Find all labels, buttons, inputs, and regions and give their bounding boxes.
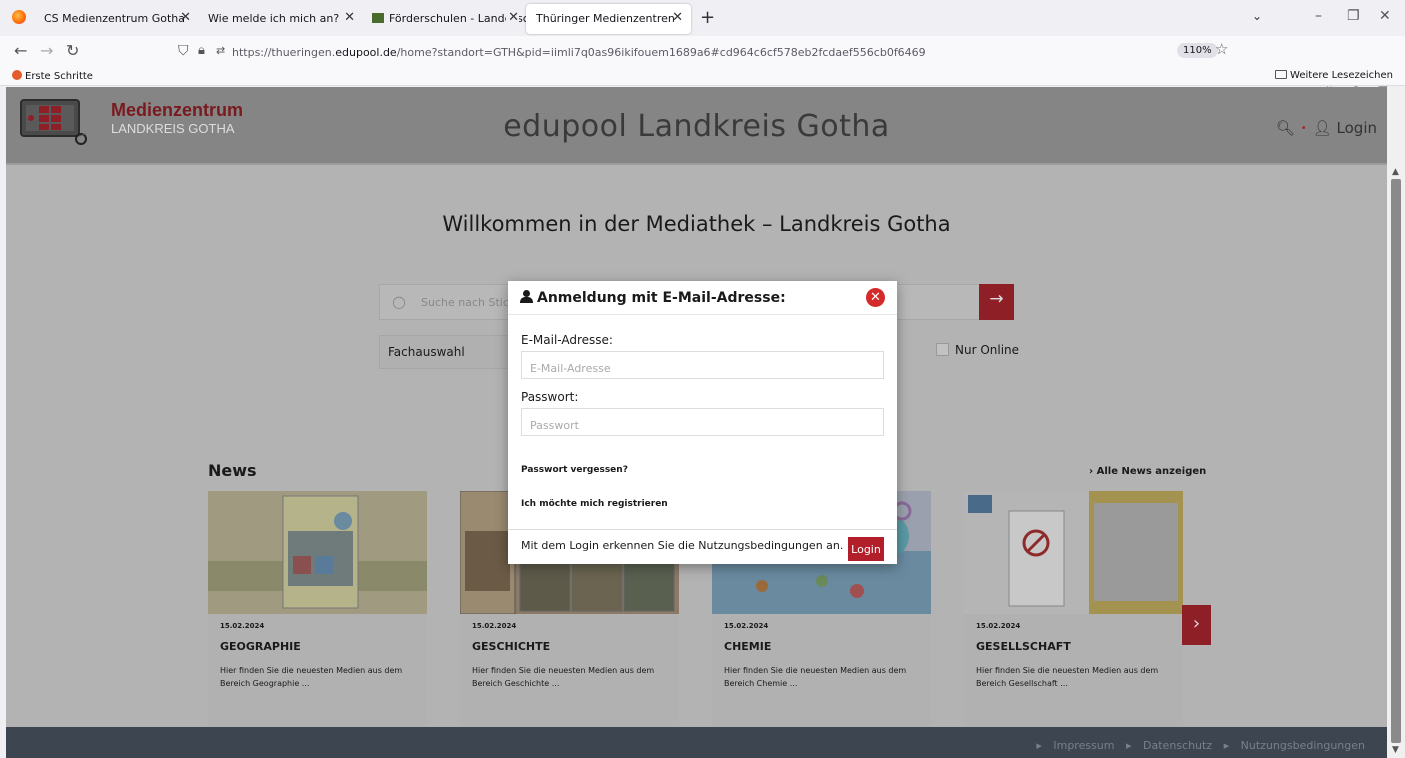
bookmark-star-icon[interactable]: ☆ xyxy=(1215,40,1228,58)
tab-close-icon[interactable]: ✕ xyxy=(180,10,191,25)
search-submit-button[interactable]: → xyxy=(979,284,1014,320)
chevron-right-icon: › xyxy=(1089,466,1094,477)
welcome-heading: Willkommen in der Mediathek – Landkreis … xyxy=(442,212,951,236)
modal-footer: Mit dem Login erkennen Sie die Nutzungsb… xyxy=(508,529,897,564)
bookmark-erste-schritte[interactable]: Erste Schritte xyxy=(12,70,93,82)
forgot-password-link[interactable]: Passwort vergessen? xyxy=(521,465,628,475)
tab-thueringer-medienzentren[interactable]: Thüringer Medienzentren ✕ xyxy=(526,4,691,34)
login-link[interactable]: 👤︎ Login xyxy=(1313,119,1377,137)
page-scrollbar[interactable]: ▲ ▼ xyxy=(1387,87,1405,758)
footer-link-datenschutz[interactable]: ▸ Datenschutz xyxy=(1126,739,1212,752)
minimize-icon[interactable]: – xyxy=(1315,8,1322,24)
permissions-icon[interactable]: ⇄ xyxy=(216,44,225,57)
back-icon[interactable]: ← xyxy=(14,41,27,60)
footer-link-nutzungsbedingungen[interactable]: ▸ Nutzungsbedingungen xyxy=(1224,739,1365,752)
firefox-bookmark-icon xyxy=(12,70,22,80)
chevron-right-icon: › xyxy=(1192,613,1201,634)
bookmarks-bar: Erste Schritte Weitere Lesezeichen xyxy=(0,66,1405,86)
card-image xyxy=(964,491,1183,614)
scroll-up-icon[interactable]: ▲ xyxy=(1392,167,1399,177)
separator-dot: • xyxy=(1300,123,1307,134)
modal-title: Anmeldung mit E-Mail-Adresse: xyxy=(520,290,786,306)
modal-close-icon[interactable]: ✕ xyxy=(866,288,885,307)
search-icon[interactable]: 🔍︎ xyxy=(1276,119,1295,137)
tab-foerderschulen[interactable]: Förderschulen - Landesschüler ✕ xyxy=(362,4,527,34)
restore-icon[interactable]: ❐ xyxy=(1347,8,1360,24)
password-label: Passwort: xyxy=(521,390,579,404)
tab-cs-medienzentrum[interactable]: CS Medienzentrum Gotha ✕ xyxy=(34,4,199,34)
news-heading: News xyxy=(208,461,257,480)
address-bar[interactable]: ⛉ 🔒︎ ⇄ https://thueringen.edupool.de/hom… xyxy=(170,40,1240,64)
tab-list-chevron-icon[interactable]: ⌄ xyxy=(1252,9,1262,23)
all-news-link[interactable]: › Alle News anzeigen xyxy=(1089,466,1206,477)
tab-close-icon[interactable]: ✕ xyxy=(672,10,683,25)
news-card-gesellschaft[interactable]: 15.02.2024 GESELLSCHAFT Hier finden Sie … xyxy=(964,491,1183,728)
tab-close-icon[interactable]: ✕ xyxy=(506,10,519,25)
site-header: Medienzentrum LANDKREIS GOTHA edupool La… xyxy=(6,87,1387,165)
user-icon: 👤︎ xyxy=(1312,119,1332,137)
scrollbar-thumb[interactable] xyxy=(1391,179,1401,743)
tab-wie-melde[interactable]: Wie melde ich mich an? ✕ xyxy=(198,4,363,34)
firefox-icon[interactable] xyxy=(12,10,26,24)
browser-window: CS Medienzentrum Gotha ✕ Wie melde ich m… xyxy=(0,0,1405,758)
email-label: E-Mail-Adresse: xyxy=(521,333,613,347)
password-field[interactable] xyxy=(521,408,884,436)
card-image xyxy=(208,491,427,614)
login-modal: Anmeldung mit E-Mail-Adresse: ✕ E-Mail-A… xyxy=(508,281,897,564)
news-card-geographie[interactable]: 15.02.2024 GEOGRAPHIE Hier finden Sie di… xyxy=(208,491,427,728)
user-icon xyxy=(520,290,534,303)
site-title: edupool Landkreis Gotha xyxy=(503,109,890,144)
nur-online-checkbox[interactable]: Nur Online xyxy=(936,343,1019,357)
fachauswahl-select[interactable]: Fachauswahl xyxy=(379,335,519,369)
lock-icon[interactable]: 🔒︎ xyxy=(198,43,205,58)
bookmark-weitere[interactable]: Weitere Lesezeichen xyxy=(1275,70,1393,81)
site-footer: ▸ Impressum ▸ Datenschutz ▸ Nutzungsbedi… xyxy=(6,727,1387,758)
register-link[interactable]: Ich möchte mich registrieren xyxy=(521,499,668,509)
email-field[interactable] xyxy=(521,351,884,379)
tab-close-icon[interactable]: ✕ xyxy=(344,10,355,25)
login-button[interactable]: Login xyxy=(848,537,884,561)
reload-icon[interactable]: ↻ xyxy=(66,41,79,60)
modal-header: Anmeldung mit E-Mail-Adresse: ✕ xyxy=(508,281,897,315)
forward-icon[interactable]: → xyxy=(40,41,53,60)
tracking-shield-icon[interactable]: ⛉ xyxy=(178,43,189,59)
checkbox-box[interactable] xyxy=(936,343,949,356)
news-next-button[interactable]: › xyxy=(1182,605,1211,645)
tab-bar: CS Medienzentrum Gotha ✕ Wie melde ich m… xyxy=(0,0,1405,36)
favicon-icon xyxy=(372,13,384,23)
scroll-down-icon[interactable]: ▼ xyxy=(1392,745,1399,755)
zoom-level[interactable]: 110% xyxy=(1177,43,1218,58)
new-tab-button[interactable]: + xyxy=(700,7,715,28)
terms-notice: Mit dem Login erkennen Sie die Nutzungsb… xyxy=(521,539,844,552)
window-close-icon[interactable]: ✕ xyxy=(1379,8,1391,24)
footer-link-impressum[interactable]: ▸ Impressum xyxy=(1036,739,1114,752)
folder-icon xyxy=(1275,70,1288,79)
search-icon: ○ xyxy=(392,292,406,311)
header-actions: 🔍︎ • 👤︎ Login xyxy=(1276,119,1377,137)
